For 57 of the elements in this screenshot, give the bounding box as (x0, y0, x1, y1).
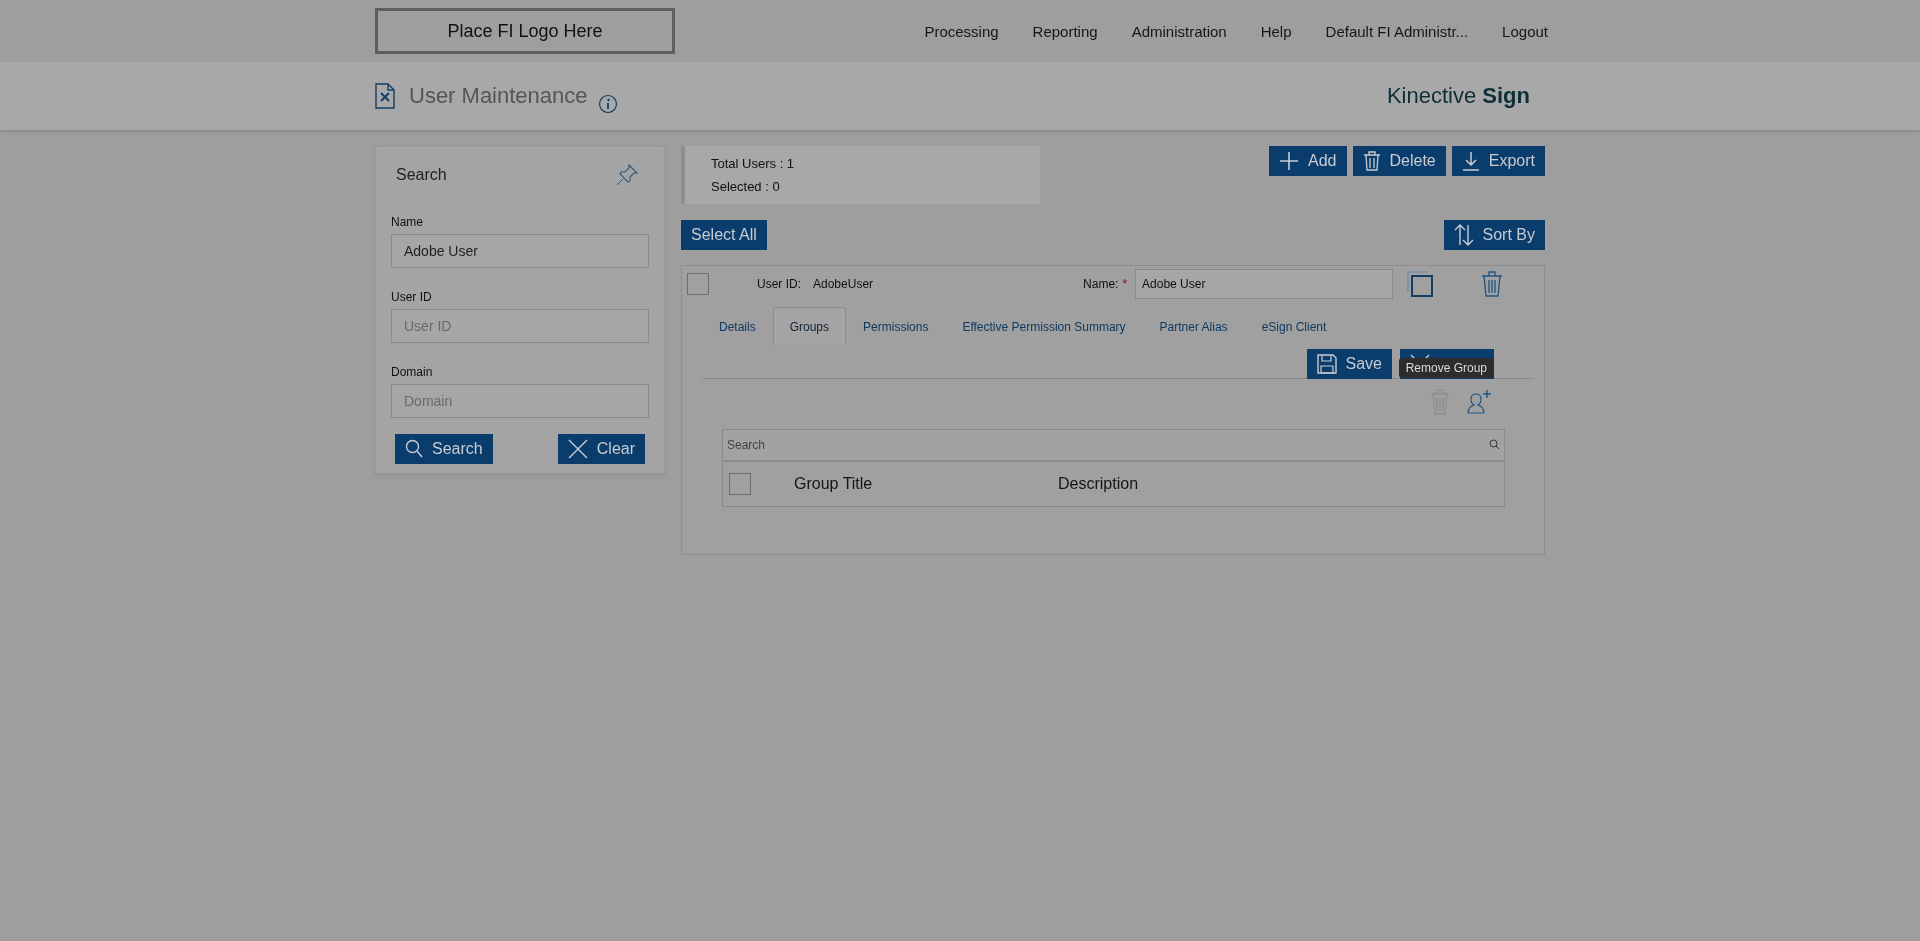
tab[interactable]: Details (702, 307, 773, 345)
close-icon (567, 439, 588, 459)
tab[interactable]: eSign Client (1244, 307, 1344, 345)
tab[interactable]: Partner Alias (1142, 307, 1245, 345)
panel-button[interactable]: Clear (557, 434, 645, 464)
sort-icon (1453, 224, 1474, 246)
checkbox[interactable] (687, 273, 709, 295)
name-field[interactable]: Adobe User (1135, 269, 1394, 299)
pin-icon[interactable] (615, 163, 639, 187)
input-field[interactable]: User ID (391, 309, 649, 343)
info-icon[interactable] (597, 94, 618, 114)
field-label: Name (391, 215, 424, 229)
nav-link[interactable]: Processing (922, 20, 1001, 42)
add-user-icon[interactable] (1466, 389, 1492, 415)
action-button[interactable]: Add (1269, 146, 1347, 176)
copy-icon[interactable] (1407, 271, 1434, 297)
floppy-icon (1316, 354, 1337, 374)
sort-button[interactable]: Sort By (1443, 220, 1545, 250)
nav-link[interactable]: Reporting (1030, 20, 1100, 42)
tooltip: Remove Group (1398, 358, 1494, 378)
user-id-label: User ID: (757, 277, 801, 291)
nav-link[interactable]: Default FI Administr... (1323, 20, 1471, 42)
document-icon (375, 83, 395, 109)
column-header: Description (1058, 475, 1139, 493)
action-button[interactable]: Delete (1352, 146, 1446, 176)
nav-link[interactable]: Logout (1500, 20, 1550, 42)
required-mark: * (1122, 277, 1128, 291)
field-label: Domain (391, 365, 434, 379)
search-icon (1489, 439, 1500, 450)
input-field[interactable]: Adobe User (391, 234, 649, 268)
checkbox[interactable] (729, 473, 751, 495)
select-all-button[interactable]: Select All (681, 220, 767, 250)
panel-title: Search (396, 166, 447, 184)
search-icon (405, 439, 423, 459)
panel-button[interactable]: Search (395, 434, 493, 464)
action-button[interactable]: Export (1451, 146, 1545, 176)
nav-link[interactable]: Administration (1129, 20, 1229, 42)
save-button[interactable]: Save (1306, 349, 1392, 379)
nav-link[interactable]: Help (1258, 20, 1294, 42)
user-id-value: AdobeUser (813, 277, 874, 291)
trash-icon[interactable] (1481, 271, 1504, 297)
column-header: Group Title (794, 475, 874, 493)
stat-text: Selected : 0 (711, 179, 781, 194)
tab[interactable]: Effective Permission Summary (945, 307, 1143, 345)
tab[interactable]: Groups (772, 307, 847, 345)
stat-text: Total Users : 1 (711, 156, 796, 171)
name-label: Name: (1083, 277, 1119, 291)
download-icon (1461, 151, 1480, 171)
search-input[interactable]: Search (723, 430, 1504, 460)
plus-icon (1279, 151, 1300, 171)
tab[interactable]: Permissions (846, 307, 946, 345)
brand-name: Kinective Sign (1386, 83, 1530, 109)
page-title: User Maintenance (409, 83, 588, 109)
trash-icon (1362, 151, 1381, 171)
field-label: User ID (391, 290, 433, 304)
input-field[interactable]: Domain (391, 384, 649, 418)
logo-text: Place FI Logo Here (447, 20, 603, 42)
